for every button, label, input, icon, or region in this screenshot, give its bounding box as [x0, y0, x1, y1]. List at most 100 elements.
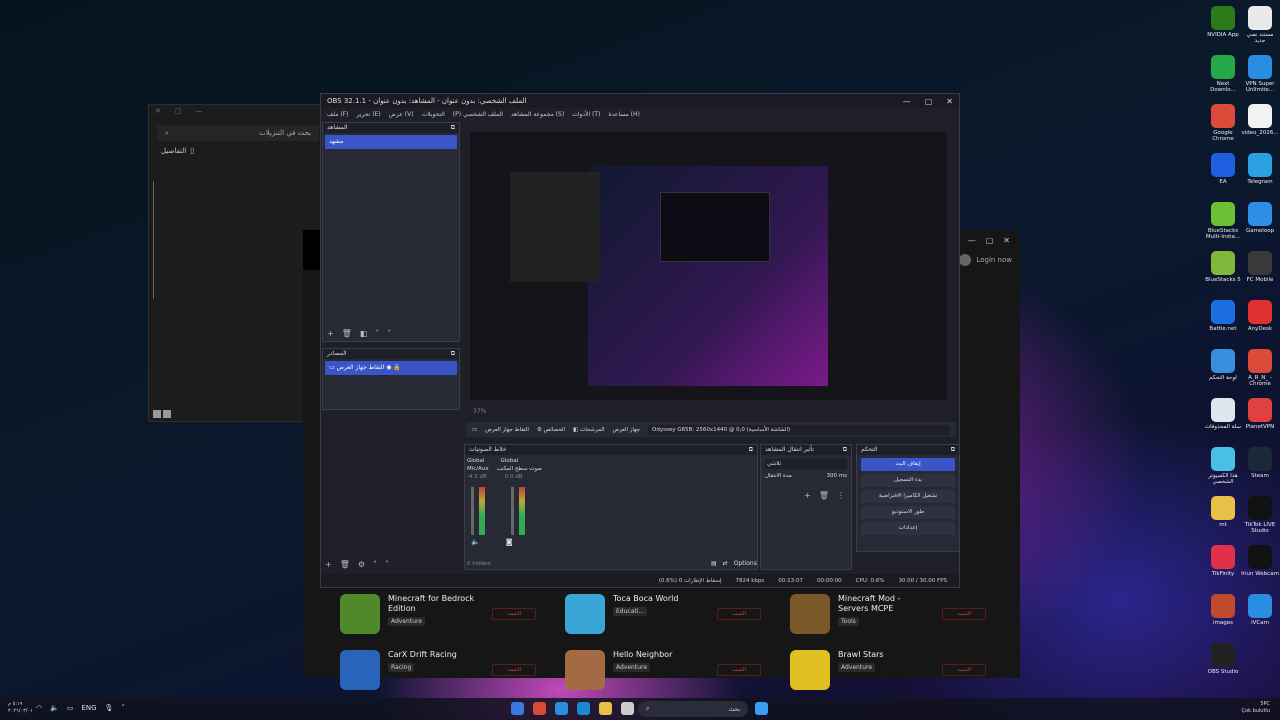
install-button[interactable]: التثبيت	[942, 608, 986, 620]
volume-icon[interactable]: 🔈	[50, 704, 59, 712]
desktop-icon[interactable]: images	[1204, 594, 1242, 626]
scrollbar[interactable]	[153, 181, 154, 299]
menu-item[interactable]: الأدوات (T)	[572, 111, 600, 118]
desktop-icon[interactable]: Gameloop	[1241, 202, 1279, 234]
install-button[interactable]: التثبيت	[942, 664, 986, 676]
eye-icon[interactable]: ◉	[386, 364, 391, 371]
menu-item[interactable]: مجموعة المشاهد (S)	[511, 111, 564, 118]
menu-item[interactable]: التحويلات	[422, 111, 445, 118]
taskbar-search[interactable]: ⌕ بحث	[638, 701, 748, 717]
desktop-icon[interactable]: AnyDesk	[1241, 300, 1279, 332]
up-icon[interactable]: ˄	[373, 560, 377, 569]
login-button[interactable]: Login now	[959, 254, 1012, 266]
undock-icon[interactable]: ⧉	[451, 124, 455, 132]
add-icon[interactable]: +	[804, 491, 811, 500]
desktop-icon[interactable]: PlanetVPN	[1241, 398, 1279, 430]
maximize-icon[interactable]: ▢	[986, 236, 994, 245]
clock[interactable]: 5PC Çok bulutlu	[1242, 701, 1270, 715]
minimize-icon[interactable]: —	[196, 107, 203, 117]
transition-select[interactable]: تلاشي	[765, 459, 847, 469]
desktop-icon[interactable]: Google Chrome	[1204, 104, 1242, 142]
app-card[interactable]: Hello Neighbor Adventure	[565, 650, 705, 690]
settings-button[interactable]: إعدادات	[861, 522, 955, 535]
desktop-icon[interactable]: Iriun Webcam	[1241, 545, 1279, 577]
desktop-icon[interactable]: TikFinity	[1204, 545, 1242, 577]
desktop-icon[interactable]: FC Mobile	[1241, 251, 1279, 283]
app-card[interactable]: CarX Drift Racing Racing	[340, 650, 480, 690]
more-icon[interactable]: ⋮	[837, 491, 845, 500]
list-view-icon[interactable]	[163, 410, 171, 418]
close-icon[interactable]: ✕	[1003, 236, 1010, 245]
close-icon[interactable]: ✕	[946, 97, 953, 106]
desktop-icon[interactable]: OBS Studio	[1204, 643, 1242, 675]
install-button[interactable]: التثبيت	[717, 664, 761, 676]
down-icon[interactable]: ˅	[387, 329, 391, 338]
up-icon[interactable]: ˄	[375, 329, 379, 338]
menu-item[interactable]: (P) الملف الشخصي	[453, 111, 503, 118]
explorer-taskbar-icon[interactable]	[599, 702, 612, 715]
start-icon[interactable]	[755, 702, 768, 715]
desktop-icon[interactable]: EA	[1204, 153, 1242, 185]
lock-icon[interactable]: 🔒	[393, 364, 400, 371]
chrome-taskbar-icon[interactable]	[533, 702, 546, 715]
scene-item[interactable]: مشهد	[325, 135, 457, 149]
minimize-icon[interactable]: —	[903, 97, 911, 106]
minimize-icon[interactable]: —	[968, 236, 976, 245]
desktop-icon[interactable]: Next Downlo...	[1204, 55, 1242, 93]
desktop-icon[interactable]: BlueStacks 5	[1204, 251, 1242, 283]
edge-taskbar-icon[interactable]	[577, 702, 590, 715]
desktop-icon[interactable]: A_R_N_ - Chrome	[1241, 349, 1279, 387]
desktop-icon[interactable]: VPN Super Unlimite...	[1241, 55, 1279, 93]
trash-icon[interactable]: 🗑	[342, 329, 352, 338]
add-icon[interactable]: +	[325, 560, 332, 569]
install-button[interactable]: التثبيت	[492, 608, 536, 620]
wifi-icon[interactable]: ◠	[36, 704, 42, 712]
zoom-level[interactable]: 37%	[473, 408, 486, 415]
menu-item[interactable]: تحرير (E)	[356, 111, 380, 118]
install-button[interactable]: التثبيت	[492, 664, 536, 676]
details-button[interactable]: التفاصيل ▯	[161, 147, 315, 155]
grid-view-icon[interactable]	[153, 410, 161, 418]
filter-icon[interactable]: ◧	[360, 329, 368, 338]
chevron-up-icon[interactable]: ˄	[121, 704, 125, 712]
desktop-icon[interactable]: مستند نصي جديد	[1241, 6, 1279, 44]
install-button[interactable]: التثبيت	[717, 608, 761, 620]
desktop-fader[interactable]	[511, 487, 514, 535]
properties-button[interactable]: ⚙ الخصائص	[537, 427, 565, 433]
undock-icon[interactable]: ⧉	[843, 446, 847, 454]
menu-item[interactable]: مساعدة (H)	[608, 111, 639, 118]
menu-item[interactable]: عرض (V)	[389, 111, 414, 118]
desktop-icon[interactable]: سلة المحذوفات	[1204, 398, 1242, 430]
add-icon[interactable]: +	[327, 329, 334, 338]
app-card[interactable]: Minecraft for Bedrock Edition Adventure	[340, 594, 480, 634]
stop-streaming-button[interactable]: إيقاف البث	[861, 458, 955, 471]
view-toggle[interactable]	[153, 410, 171, 418]
maximize-icon[interactable]: ▢	[175, 107, 182, 117]
desktop-icon[interactable]: TikTok LIVE Studio	[1241, 496, 1279, 534]
options-button[interactable]: Options	[734, 560, 757, 567]
desktop-icon[interactable]: NVIDIA App	[1204, 6, 1242, 38]
desktop-icon[interactable]: Steam	[1241, 447, 1279, 479]
mic-icon[interactable]: 🎙	[105, 704, 114, 712]
display-select[interactable]: Odyssey G65B: 2560x1440 @ 0,0 (الشاشة ال…	[648, 424, 950, 435]
layout-icon[interactable]: ▤	[711, 560, 717, 567]
close-icon[interactable]: ✕	[155, 107, 161, 117]
gear-icon[interactable]: ⚙	[358, 560, 365, 569]
undock-icon[interactable]: ⧉	[749, 446, 753, 454]
undock-icon[interactable]: ⧉	[451, 350, 455, 358]
obs-taskbar-icon[interactable]	[511, 702, 524, 715]
down-icon[interactable]: ˅	[385, 560, 389, 569]
search-input[interactable]: ⌕ بحث في التنزيلات	[157, 125, 319, 141]
language-indicator[interactable]: ENG	[81, 704, 96, 712]
app-card[interactable]: Minecraft Mod - Servers MCPE Tools	[790, 594, 930, 634]
app-card[interactable]: Toca Boca World Educati...	[565, 594, 705, 634]
studio-mode-button[interactable]: طور الاستوديو	[861, 506, 955, 519]
desktop-icon[interactable]: mt	[1204, 496, 1242, 528]
desktop-icon[interactable]: Telegram	[1241, 153, 1279, 185]
mic-fader[interactable]	[471, 487, 474, 535]
app-card[interactable]: Brawl Stars Adventure	[790, 650, 930, 690]
menu-item[interactable]: ملف (F)	[327, 111, 348, 118]
undock-icon[interactable]: ⧉	[951, 446, 955, 454]
virtual-camera-button[interactable]: تشغيل الكاميرا الافتراضية	[861, 490, 955, 503]
source-item[interactable]: ▭ التقاط جهاز العرض ◉ 🔒	[325, 361, 457, 375]
